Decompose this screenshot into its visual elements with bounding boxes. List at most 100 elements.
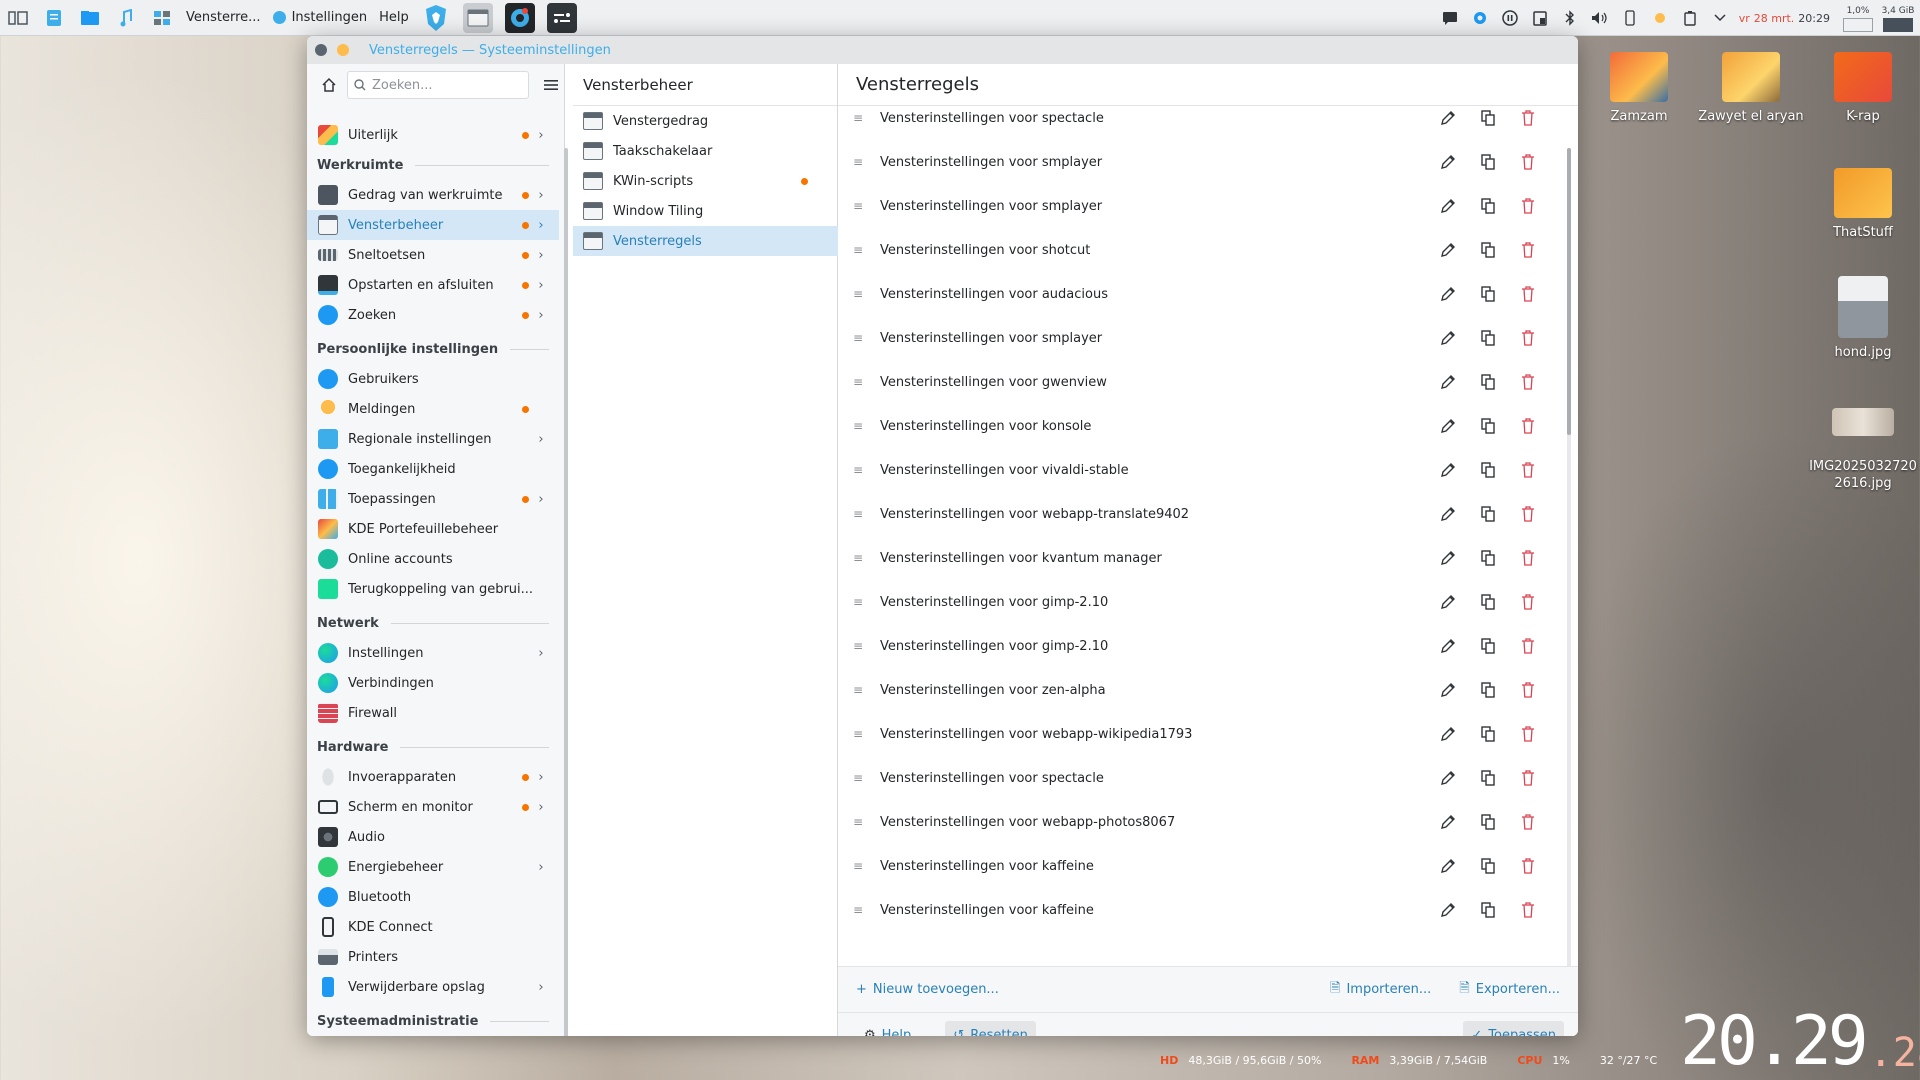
rules-scrollbar-thumb[interactable] (1567, 148, 1571, 435)
edit-rule-button[interactable] (1428, 851, 1468, 881)
edit-rule-button[interactable] (1428, 191, 1468, 221)
delete-rule-button[interactable] (1508, 851, 1548, 881)
duplicate-rule-button[interactable] (1468, 763, 1508, 793)
duplicate-rule-button[interactable] (1468, 543, 1508, 573)
category-item-kwin-scripts[interactable]: KWin-scripts (573, 166, 838, 196)
delete-rule-button[interactable] (1508, 235, 1548, 265)
edit-rule-button[interactable] (1428, 587, 1468, 617)
sidebar-item-terugkoppeling[interactable]: Terugkoppeling van gebrui... (307, 574, 559, 604)
edit-rule-button[interactable] (1428, 675, 1468, 705)
rule-row[interactable]: ≡ Vensterinstellingen voor kvantum manage… (838, 536, 1548, 580)
help-button[interactable]: ⚙ Help (856, 1021, 919, 1036)
duplicate-rule-button[interactable] (1468, 499, 1508, 529)
rule-row[interactable]: ≡ Vensterinstellingen voor spectacle (838, 756, 1548, 800)
edit-rule-button[interactable] (1428, 106, 1468, 133)
sidebar-item-vensterbeheer[interactable]: Vensterbeheer › (307, 210, 559, 240)
drag-handle-icon[interactable]: ≡ (848, 111, 868, 125)
category-item-window-tiling[interactable]: Window Tiling (573, 196, 838, 226)
sidebar-item-kde-portefeuillebeheer[interactable]: KDE Portefeuillebeheer (307, 514, 559, 544)
sidebar-item-firewall[interactable]: Firewall (307, 698, 559, 728)
bluetooth-icon[interactable] (1555, 0, 1585, 36)
taskbar-window-settings[interactable]: Vensterre... (180, 0, 267, 36)
rule-row[interactable]: ≡ Vensterinstellingen voor kaffeine (838, 844, 1548, 888)
rule-row[interactable]: ≡ Vensterinstellingen voor vivaldi-stable (838, 448, 1548, 492)
drag-handle-icon[interactable]: ≡ (848, 331, 868, 345)
rule-row[interactable]: ≡ Vensterinstellingen voor gwenview (838, 360, 1548, 404)
rule-row[interactable]: ≡ Vensterinstellingen voor gimp-2.10 (838, 624, 1548, 668)
edit-rule-button[interactable] (1428, 807, 1468, 837)
duplicate-rule-button[interactable] (1468, 279, 1508, 309)
search-field[interactable] (347, 71, 529, 99)
rule-row[interactable]: ≡ Vensterinstellingen voor konsole (838, 404, 1548, 448)
rule-row[interactable]: ≡ Vensterinstellingen voor spectacle (838, 106, 1548, 140)
sidebar-item-kde-connect[interactable]: KDE Connect (307, 912, 559, 942)
sidebar-item-audio[interactable]: Audio (307, 822, 559, 852)
edit-rule-button[interactable] (1428, 147, 1468, 177)
duplicate-rule-button[interactable] (1468, 106, 1508, 133)
drag-handle-icon[interactable]: ≡ (848, 463, 868, 477)
sidebar-item-toepassingen[interactable]: Toepassingen › (307, 484, 559, 514)
duplicate-rule-button[interactable] (1468, 719, 1508, 749)
digital-clock[interactable]: vr 28 mrt. 20:29 (1739, 12, 1830, 25)
duplicate-rule-button[interactable] (1468, 587, 1508, 617)
drag-handle-icon[interactable]: ≡ (848, 551, 868, 565)
sidebar-item-scherm-en-monitor[interactable]: Scherm en monitor › (307, 792, 559, 822)
drag-handle-icon[interactable]: ≡ (848, 419, 868, 433)
notes-icon[interactable] (1435, 0, 1465, 36)
brave-browser-icon[interactable] (421, 3, 451, 33)
export-button[interactable]: 🗎 Exporteren... (1451, 975, 1568, 1005)
delete-rule-button[interactable] (1508, 455, 1548, 485)
sidebar-item-printers[interactable]: Printers (307, 942, 559, 972)
delete-rule-button[interactable] (1508, 807, 1548, 837)
ram-mini-monitor[interactable]: 3,4 GiB (1880, 5, 1916, 32)
category-item-venstergedrag[interactable]: Venstergedrag (573, 106, 838, 136)
sidebar-item-uiterlijk[interactable]: Uiterlijk › (307, 120, 559, 150)
sidebar-item-verwijderbare-opslag[interactable]: Verwijderbare opslag › (307, 972, 559, 1002)
duplicate-rule-button[interactable] (1468, 147, 1508, 177)
drag-handle-icon[interactable]: ≡ (848, 375, 868, 389)
sidebar-item-netwerk-instellingen[interactable]: Instellingen › (307, 638, 559, 668)
rule-row[interactable]: ≡ Vensterinstellingen voor audacious (838, 272, 1548, 316)
duplicate-rule-button[interactable] (1468, 191, 1508, 221)
duplicate-rule-button[interactable] (1468, 367, 1508, 397)
sidebar-item-opstarten-en-afsluiten[interactable]: Opstarten en afsluiten › (307, 270, 559, 300)
drag-handle-icon[interactable]: ≡ (848, 771, 868, 785)
edit-rule-button[interactable] (1428, 279, 1468, 309)
sidebar-item-regionale-instellingen[interactable]: Regionale instellingen › (307, 424, 559, 454)
desktop-icon-hond-jpg[interactable]: hond.jpg (1808, 276, 1918, 361)
drag-handle-icon[interactable]: ≡ (848, 243, 868, 257)
rule-row[interactable]: ≡ Vensterinstellingen voor smplayer (838, 184, 1548, 228)
sidebar-scrollbar[interactable] (564, 148, 568, 1036)
hamburger-menu-icon[interactable] (539, 73, 563, 97)
reset-button[interactable]: ↺ Resetten (945, 1020, 1036, 1036)
drag-handle-icon[interactable]: ≡ (848, 815, 868, 829)
sidebar-item-toegankelijkheid[interactable]: Toegankelijkheid (307, 454, 559, 484)
search-input[interactable] (372, 77, 522, 93)
keep-above-button[interactable] (337, 44, 349, 56)
drag-handle-icon[interactable]: ≡ (848, 683, 868, 697)
rule-row[interactable]: ≡ Vensterinstellingen voor shotcut (838, 228, 1548, 272)
edit-rule-button[interactable] (1428, 719, 1468, 749)
duplicate-rule-button[interactable] (1468, 455, 1508, 485)
sidebar-item-energiebeheer[interactable]: Energiebeheer › (307, 852, 559, 882)
delete-rule-button[interactable] (1508, 106, 1548, 133)
drag-handle-icon[interactable]: ≡ (848, 639, 868, 653)
drag-handle-icon[interactable]: ≡ (848, 859, 868, 873)
app-launcher-icon[interactable] (0, 0, 36, 36)
rule-row[interactable]: ≡ Vensterinstellingen voor webapp-transla… (838, 492, 1548, 536)
duplicate-rule-button[interactable] (1468, 675, 1508, 705)
window-menu-button[interactable] (315, 44, 327, 56)
delete-rule-button[interactable] (1508, 631, 1548, 661)
duplicate-rule-button[interactable] (1468, 631, 1508, 661)
edit-rule-button[interactable] (1428, 543, 1468, 573)
edit-rule-button[interactable] (1428, 455, 1468, 485)
night-light-icon[interactable] (1645, 0, 1675, 36)
drag-handle-icon[interactable]: ≡ (848, 507, 868, 521)
sidebar-item-meldingen[interactable]: Meldingen (307, 394, 559, 424)
taskbar-help[interactable]: Help (373, 0, 415, 36)
edit-rule-button[interactable] (1428, 499, 1468, 529)
duplicate-rule-button[interactable] (1468, 807, 1508, 837)
phone-icon[interactable] (1615, 0, 1645, 36)
category-item-vensterregels[interactable]: Vensterregels (573, 226, 838, 256)
duplicate-rule-button[interactable] (1468, 235, 1508, 265)
